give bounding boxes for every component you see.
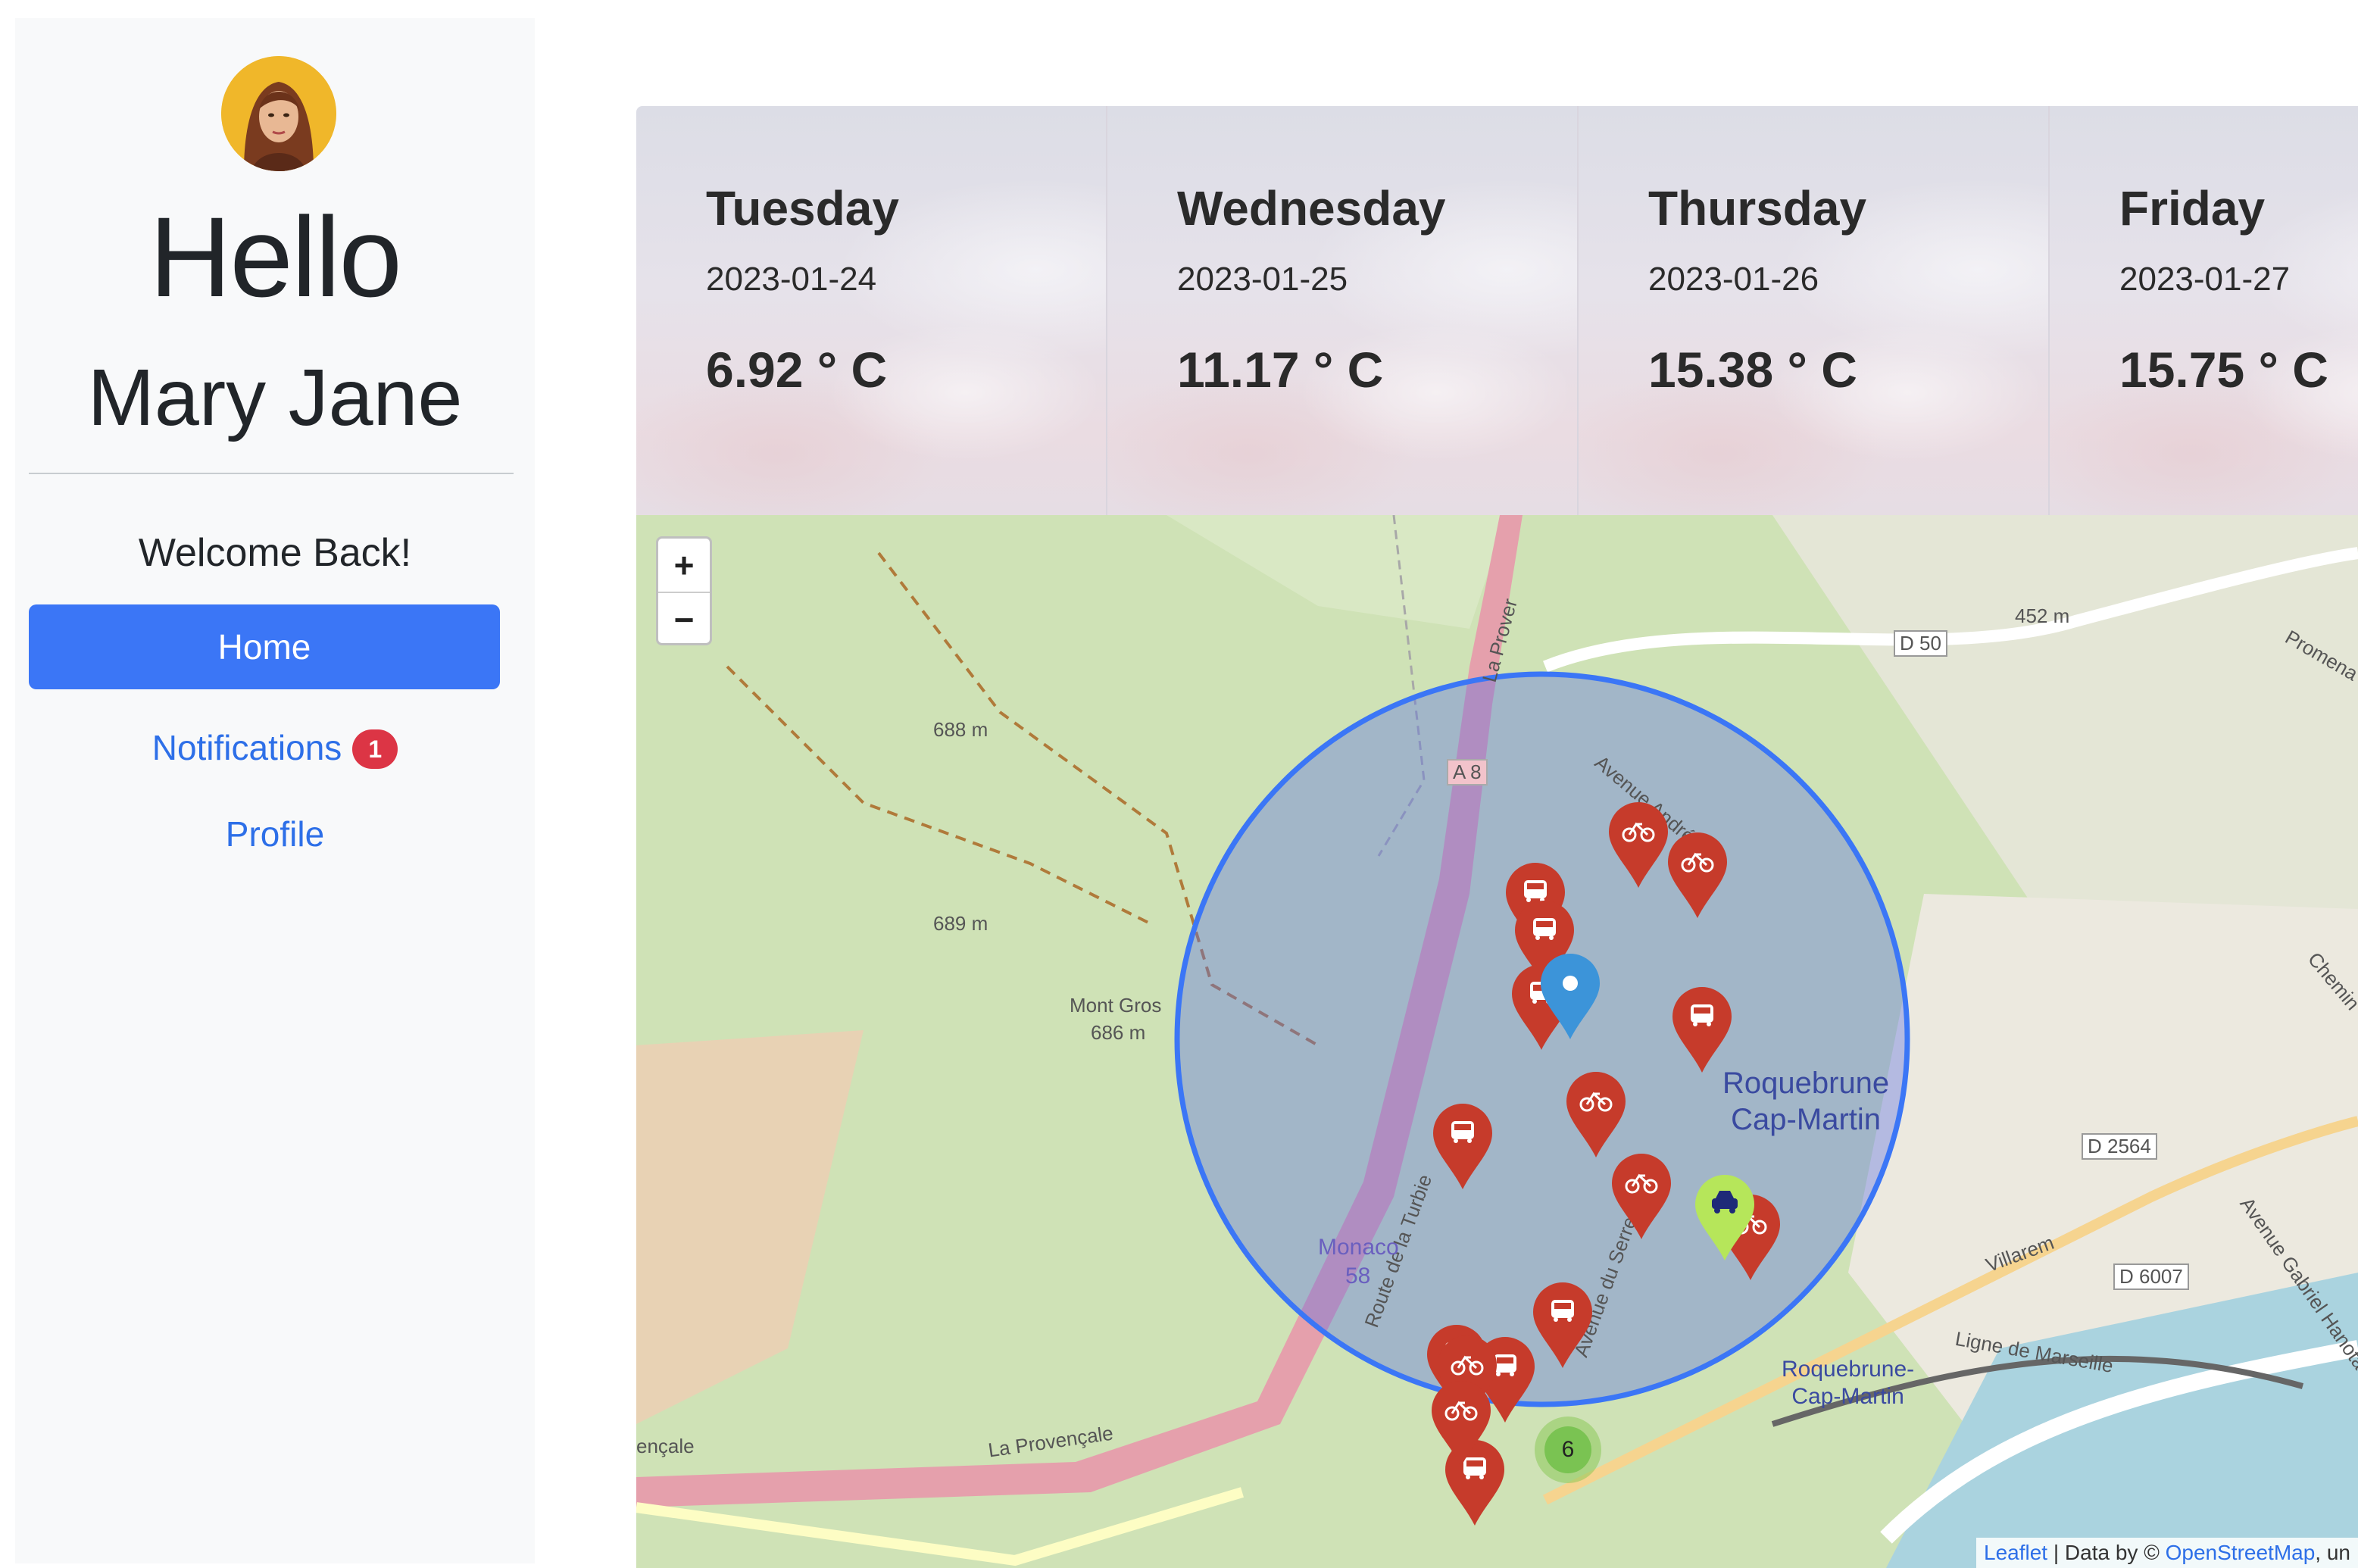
map-label-mont-gros-alt: 686 m (1091, 1021, 1146, 1044)
map-attribution: Leaflet | Data by © OpenStreetMap, un (1976, 1538, 2358, 1568)
divider (29, 473, 514, 474)
map-label-town: Roquebrune Cap-Martin (1722, 1065, 1889, 1138)
forecast-temperature: 11.17 ° C (1177, 342, 1384, 398)
forecast-temperature: 6.92 ° C (706, 342, 888, 398)
map-label-road: D 6007 (2113, 1263, 2189, 1290)
bus-marker[interactable] (1668, 985, 1736, 1076)
nav-home-button[interactable]: Home (29, 604, 500, 689)
openstreetmap-link[interactable]: OpenStreetMap (2166, 1541, 2316, 1564)
forecast-date: 2023-01-26 (1648, 261, 1819, 298)
marker-cluster[interactable]: 6 (1535, 1417, 1601, 1483)
map-label-road: D 50 (1894, 630, 1947, 657)
forecast-day: Wednesday (1177, 181, 1446, 236)
leaflet-link[interactable]: Leaflet (1984, 1541, 2047, 1564)
notification-count-badge: 1 (352, 729, 398, 769)
forecast-date: 2023-01-27 (2119, 261, 2291, 298)
cluster-count: 6 (1544, 1426, 1591, 1473)
map-label-peak: 688 m (933, 718, 988, 741)
location-icon (1563, 976, 1578, 991)
sidebar: Hello Mary Jane Welcome Back! Home Notif… (15, 18, 535, 1563)
weather-forecast: Tuesday 2023-01-24 6.92 ° C Wednesday 20… (636, 106, 2358, 515)
bike-marker[interactable] (1427, 1379, 1495, 1470)
attribution-separator: | Data by © (2047, 1541, 2166, 1564)
forecast-card: Thursday 2023-01-26 15.38 ° C (1579, 106, 2050, 515)
forecast-card: Wednesday 2023-01-25 11.17 ° C (1107, 106, 1579, 515)
bike-marker[interactable] (1562, 1070, 1630, 1160)
nav-notifications-label: Notifications (151, 728, 342, 767)
bike-marker[interactable] (1607, 1151, 1676, 1242)
nav-notifications-link[interactable]: Notifications 1 (15, 728, 535, 770)
bike-marker[interactable] (1604, 800, 1672, 891)
location-marker[interactable] (1536, 951, 1604, 1042)
station-name-line: Cap-Martin (1791, 1384, 1904, 1409)
forecast-date: 2023-01-24 (706, 261, 877, 298)
avatar (221, 56, 336, 171)
forecast-day: Friday (2119, 181, 2266, 236)
attribution-suffix: , un (2315, 1541, 2350, 1564)
nav-profile-link[interactable]: Profile (15, 817, 535, 851)
forecast-day: Thursday (1648, 181, 1867, 236)
taxi-marker[interactable] (1691, 1173, 1759, 1263)
map[interactable]: + − 688 m 689 m Mont Gros 686 m 452 m D … (636, 515, 2358, 1568)
town-name-line: Roquebrune (1722, 1067, 1890, 1100)
zoom-control: + − (656, 536, 712, 645)
forecast-temperature: 15.38 ° C (1648, 342, 1857, 398)
map-label-road: D 2564 (2082, 1133, 2157, 1160)
forecast-card: Tuesday 2023-01-24 6.92 ° C (636, 106, 1107, 515)
forecast-temperature: 15.75 ° C (2119, 342, 2328, 398)
map-label-mont-gros: Mont Gros (1070, 994, 1162, 1017)
welcome-text: Welcome Back! (138, 531, 412, 575)
map-label-monaco: Monaco (1318, 1235, 1399, 1260)
user-name: Mary Jane (87, 353, 463, 442)
forecast-card: Friday 2023-01-27 15.75 ° C (2050, 106, 2358, 515)
greeting-title: Hello (149, 193, 402, 320)
zoom-out-button[interactable]: − (658, 593, 710, 646)
map-label-road: A 8 (1447, 759, 1488, 786)
bike-marker[interactable] (1663, 830, 1732, 921)
map-label-peak: 689 m (933, 912, 988, 935)
zoom-in-button[interactable]: + (658, 539, 710, 593)
map-label-monaco-num: 58 (1345, 1263, 1371, 1288)
map-label-station: Roquebrune- Cap-Martin (1782, 1356, 1914, 1410)
forecast-date: 2023-01-25 (1177, 261, 1348, 298)
map-label-street: ençale (636, 1435, 695, 1457)
bus-marker[interactable] (1429, 1101, 1497, 1192)
map-label-altitude: 452 m (2015, 604, 2070, 627)
station-name-line: Roquebrune- (1782, 1357, 1915, 1382)
town-name-line: Cap-Martin (1731, 1103, 1882, 1136)
forecast-day: Tuesday (706, 181, 899, 236)
